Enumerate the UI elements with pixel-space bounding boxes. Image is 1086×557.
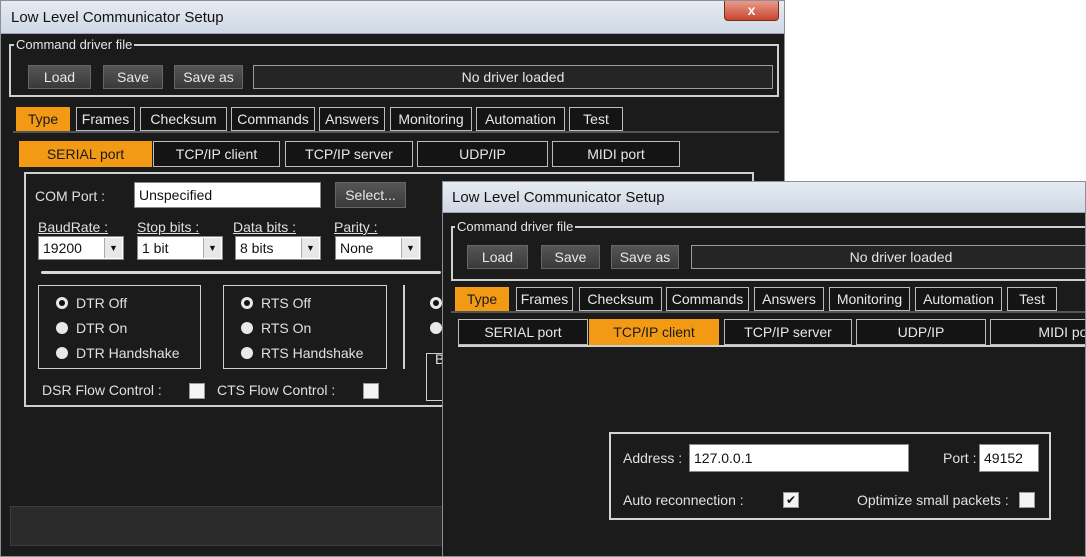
- group-separator: [403, 285, 405, 369]
- tab-test[interactable]: Test: [1007, 287, 1057, 311]
- load-button[interactable]: Load: [467, 245, 528, 269]
- subtab-midi-port[interactable]: MIDI port: [552, 141, 680, 167]
- parity-select[interactable]: None ▼: [335, 236, 421, 260]
- subtab-tcp-server[interactable]: TCP/IP server: [285, 141, 413, 167]
- dtr-off-radio[interactable]: [56, 297, 68, 309]
- dsr-flow-label: DSR Flow Control :: [42, 382, 162, 398]
- load-button[interactable]: Load: [28, 65, 91, 89]
- close-button[interactable]: x: [724, 1, 779, 21]
- subtab-panel-top: [458, 345, 1085, 347]
- stop-bits-label: Stop bits :: [137, 219, 200, 235]
- tab-checksum[interactable]: Checksum: [140, 107, 227, 131]
- com-port-label: COM Port :: [35, 188, 106, 204]
- tab-underline: [451, 311, 1085, 313]
- baudrate-label: BaudRate :: [38, 219, 109, 235]
- chevron-down-icon[interactable]: ▼: [104, 238, 122, 258]
- tab-frames[interactable]: Frames: [76, 107, 135, 131]
- address-label: Address :: [623, 450, 683, 466]
- baudrate-select[interactable]: 19200 ▼: [38, 236, 124, 260]
- tab-checksum[interactable]: Checksum: [579, 287, 662, 311]
- rts-off-label: RTS Off: [261, 295, 312, 311]
- subtab-tcp-client[interactable]: TCP/IP client: [589, 319, 719, 345]
- auto-reconnection-checkbox[interactable]: ✔: [783, 492, 799, 508]
- tab-commands[interactable]: Commands: [231, 107, 315, 131]
- port-input[interactable]: 49152: [979, 444, 1039, 472]
- data-bits-label: Data bits :: [233, 219, 297, 235]
- rts-handshake-radio[interactable]: [241, 347, 253, 359]
- tab-test[interactable]: Test: [569, 107, 623, 131]
- tab-answers[interactable]: Answers: [319, 107, 385, 131]
- subtab-udp[interactable]: UDP/IP: [856, 319, 986, 345]
- data-bits-value: 8 bits: [240, 240, 274, 256]
- rts-on-radio[interactable]: [241, 322, 253, 334]
- tab-monitoring[interactable]: Monitoring: [829, 287, 910, 311]
- cts-flow-label: CTS Flow Control :: [217, 382, 336, 398]
- bottom-panel: [10, 506, 450, 546]
- tab-type[interactable]: Type: [16, 107, 70, 131]
- dtr-handshake-label: DTR Handshake: [76, 345, 180, 361]
- driver-status: No driver loaded: [253, 65, 773, 89]
- optimize-packets-label: Optimize small packets :: [857, 492, 1009, 508]
- cts-flow-checkbox[interactable]: [363, 383, 379, 399]
- rts-handshake-label: RTS Handshake: [261, 345, 364, 361]
- rts-off-radio[interactable]: [241, 297, 253, 309]
- save-as-button[interactable]: Save as: [611, 245, 679, 269]
- tcp-setup-window: Low Level Communicator Setup Command dri…: [442, 181, 1086, 557]
- tab-automation[interactable]: Automation: [476, 107, 565, 131]
- tab-commands[interactable]: Commands: [666, 287, 749, 311]
- divider: [41, 271, 441, 274]
- port-label: Port :: [943, 450, 977, 466]
- dtr-handshake-radio[interactable]: [56, 347, 68, 359]
- parity-label: Parity :: [334, 219, 378, 235]
- chevron-down-icon[interactable]: ▼: [301, 238, 319, 258]
- com-port-input[interactable]: Unspecified: [134, 182, 321, 208]
- dsr-flow-checkbox[interactable]: [189, 383, 205, 399]
- rts-on-label: RTS On: [261, 320, 312, 336]
- parity-value: None: [340, 240, 374, 256]
- subtab-udp[interactable]: UDP/IP: [417, 141, 548, 167]
- optimize-packets-checkbox[interactable]: [1019, 492, 1035, 508]
- select-port-button[interactable]: Select...: [335, 182, 406, 208]
- driver-status: No driver loaded: [691, 245, 1085, 269]
- subtab-midi-port[interactable]: MIDI port: [990, 319, 1085, 345]
- driver-file-legend: Command driver file: [455, 219, 576, 234]
- address-input[interactable]: 127.0.0.1: [689, 444, 909, 472]
- tab-type[interactable]: Type: [455, 287, 509, 311]
- subtab-serial-port[interactable]: SERIAL port: [458, 319, 588, 345]
- chevron-down-icon[interactable]: ▼: [203, 238, 221, 258]
- dtr-on-radio[interactable]: [56, 322, 68, 334]
- stop-bits-select[interactable]: 1 bit ▼: [137, 236, 223, 260]
- hidden-radio[interactable]: [430, 322, 442, 334]
- window-title: Low Level Communicator Setup: [1, 1, 784, 34]
- hidden-radio-on[interactable]: [430, 297, 442, 309]
- save-button[interactable]: Save: [541, 245, 600, 269]
- tab-underline: [13, 131, 779, 133]
- tab-frames[interactable]: Frames: [516, 287, 573, 311]
- stop-bits-value: 1 bit: [142, 240, 169, 256]
- subtab-tcp-client[interactable]: TCP/IP client: [153, 141, 280, 167]
- save-button[interactable]: Save: [103, 65, 163, 89]
- driver-file-legend: Command driver file: [14, 37, 135, 52]
- auto-reconnection-label: Auto reconnection :: [623, 492, 744, 508]
- chevron-down-icon[interactable]: ▼: [401, 238, 419, 258]
- tab-automation[interactable]: Automation: [915, 287, 1002, 311]
- data-bits-select[interactable]: 8 bits ▼: [235, 236, 321, 260]
- subtab-tcp-server[interactable]: TCP/IP server: [724, 319, 852, 345]
- save-as-button[interactable]: Save as: [174, 65, 243, 89]
- tab-monitoring[interactable]: Monitoring: [390, 107, 472, 131]
- tab-answers[interactable]: Answers: [754, 287, 824, 311]
- subtab-serial-port[interactable]: SERIAL port: [19, 141, 152, 167]
- baudrate-value: 19200: [43, 240, 82, 256]
- dtr-on-label: DTR On: [76, 320, 128, 336]
- dtr-off-label: DTR Off: [76, 295, 128, 311]
- window-title: Low Level Communicator Setup: [443, 182, 1085, 213]
